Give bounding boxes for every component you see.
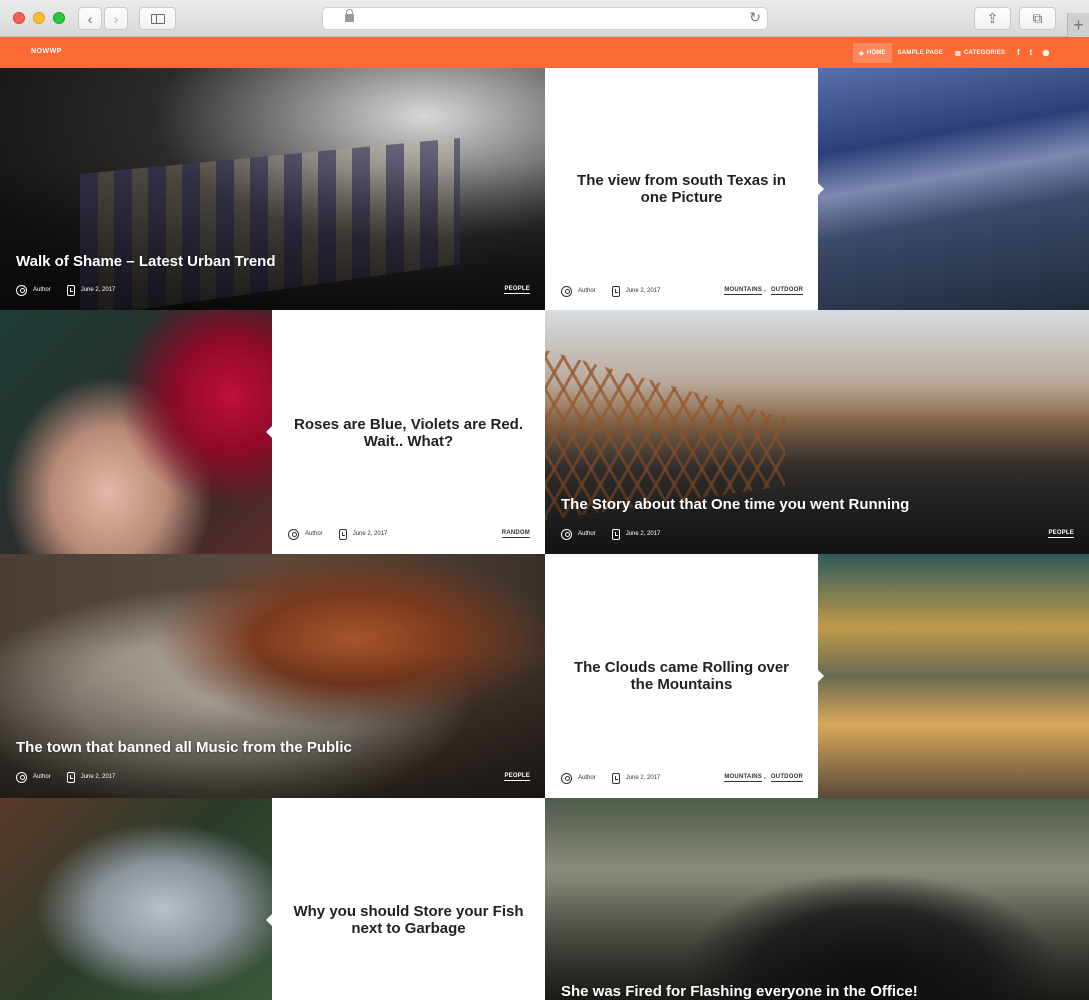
site-logo[interactable]: NOWWP <box>31 48 62 55</box>
watch-icon <box>611 528 620 540</box>
user-icon <box>561 772 572 784</box>
post-card-clouds-rolling[interactable]: The Clouds came Rolling over the Mountai… <box>545 554 818 798</box>
main-menu: ◈ HOME SAMPLE PAGE ▤ CATEGORIES <box>853 43 1011 63</box>
watch-icon <box>611 285 620 297</box>
post-date[interactable]: June 2, 2017 <box>81 287 116 293</box>
watch-icon <box>66 284 75 296</box>
post-card-roses-are-blue[interactable]: Roses are Blue, Violets are Red. Wait.. … <box>272 310 545 554</box>
post-category[interactable]: PEOPLE <box>504 773 530 781</box>
post-category[interactable]: RANDOM <box>501 530 530 538</box>
post-author[interactable]: Author <box>578 531 596 537</box>
post-title[interactable]: Why you should Store your Fish next to G… <box>292 903 525 937</box>
post-author[interactable]: Author <box>578 775 596 781</box>
post-card-view-from-texas[interactable]: The view from south Texas in one Picture… <box>545 68 818 310</box>
category-separator: , <box>764 287 766 293</box>
post-meta: Author June 2, 2017 RANDOM <box>288 528 530 540</box>
browser-toolbar: ‹ › ↻ ⇪ ⧉ + <box>0 0 1089 37</box>
watch-icon <box>338 528 347 540</box>
post-author[interactable]: Author <box>578 288 596 294</box>
user-icon <box>561 285 572 297</box>
tabs-icon: ⧉ <box>1032 10 1043 26</box>
post-date[interactable]: June 2, 2017 <box>626 531 661 537</box>
post-title[interactable]: Walk of Shame – Latest Urban Trend <box>16 253 276 270</box>
post-title[interactable]: The view from south Texas in one Picture <box>565 172 798 206</box>
menu-item-sample-page[interactable]: SAMPLE PAGE <box>892 43 949 63</box>
post-category[interactable]: MOUNTAINS <box>724 287 763 295</box>
post-meta: Author June 2, 2017 MOUNTAINS, OUTDOOR <box>561 772 803 784</box>
post-title[interactable]: She was Fired for Flashing everyone in t… <box>561 983 918 1000</box>
menu-label: SAMPLE PAGE <box>897 50 944 56</box>
post-date[interactable]: June 2, 2017 <box>81 774 116 780</box>
forward-button[interactable]: › <box>104 7 128 30</box>
post-image-fish[interactable] <box>0 798 272 1000</box>
pointer-notch <box>818 183 824 195</box>
post-author[interactable]: Author <box>33 287 51 293</box>
post-date[interactable]: June 2, 2017 <box>626 775 661 781</box>
post-meta: Author June 2, 2017 PEOPLE <box>16 771 530 783</box>
post-meta: Author June 2, 2017 MOUNTAINS, OUTDOOR <box>561 285 803 297</box>
address-bar[interactable]: ↻ <box>322 7 768 30</box>
watch-icon <box>66 771 75 783</box>
pointer-notch <box>818 670 824 682</box>
post-category[interactable]: OUTDOOR <box>770 287 803 295</box>
post-date[interactable]: June 2, 2017 <box>353 531 388 537</box>
post-category[interactable]: PEOPLE <box>1048 530 1074 538</box>
reload-icon[interactable]: ↻ <box>749 9 761 26</box>
plus-icon: + <box>1073 14 1084 35</box>
post-card-store-fish[interactable]: Why you should Store your Fish next to G… <box>272 798 545 1000</box>
post-image-clouds[interactable] <box>818 554 1089 798</box>
post-card-running-story[interactable]: The Story about that One time you went R… <box>545 310 1089 554</box>
post-card-fired-for-flashing[interactable]: She was Fired for Flashing everyone in t… <box>545 798 1089 1000</box>
user-icon <box>16 284 27 296</box>
home-icon: ◈ <box>859 50 864 57</box>
user-icon <box>561 528 572 540</box>
post-meta: Author June 2, 2017 PEOPLE <box>561 528 1074 540</box>
post-date[interactable]: June 2, 2017 <box>626 288 661 294</box>
back-button[interactable]: ‹ <box>78 7 102 30</box>
post-card-walk-of-shame[interactable]: Walk of Shame – Latest Urban Trend Autho… <box>0 68 545 310</box>
minimize-window-button[interactable] <box>33 12 45 24</box>
share-icon: ⇪ <box>986 10 999 26</box>
post-category[interactable]: PEOPLE <box>504 286 530 294</box>
post-meta: Author June 2, 2017 PEOPLE <box>16 284 530 296</box>
post-category[interactable]: MOUNTAINS <box>724 774 763 782</box>
menu-label: HOME <box>866 50 886 56</box>
site-header: NOWWP ◈ HOME SAMPLE PAGE ▤ CATEGORIES f … <box>0 37 1089 68</box>
post-title[interactable]: The Story about that One time you went R… <box>561 496 909 513</box>
post-author[interactable]: Author <box>33 774 51 780</box>
watch-icon <box>611 772 620 784</box>
social-links: f t ◉ <box>1017 48 1049 57</box>
chevron-left-icon: ‹ <box>87 10 93 27</box>
categories-icon: ▤ <box>955 50 961 57</box>
menu-item-categories[interactable]: ▤ CATEGORIES <box>949 43 1011 63</box>
maximize-window-button[interactable] <box>53 12 65 24</box>
post-category[interactable]: OUTDOOR <box>770 774 803 782</box>
tabs-overview-button[interactable]: ⧉ <box>1019 7 1056 30</box>
menu-label: CATEGORIES <box>963 50 1006 56</box>
facebook-icon[interactable]: f <box>1017 48 1020 57</box>
post-image-rose[interactable] <box>0 310 272 554</box>
post-title[interactable]: The Clouds came Rolling over the Mountai… <box>565 659 798 693</box>
sidebar-icon <box>150 13 165 24</box>
sidebar-toggle-button[interactable] <box>139 7 176 30</box>
user-icon <box>288 528 299 540</box>
close-window-button[interactable] <box>13 12 25 24</box>
github-icon[interactable]: ◉ <box>1042 48 1049 57</box>
user-icon <box>16 771 27 783</box>
post-image-mountain[interactable] <box>818 68 1089 310</box>
chevron-right-icon: › <box>113 10 119 27</box>
share-button[interactable]: ⇪ <box>974 7 1011 30</box>
post-title[interactable]: The town that banned all Music from the … <box>16 739 352 756</box>
post-title[interactable]: Roses are Blue, Violets are Red. Wait.. … <box>292 416 525 450</box>
category-separator: , <box>764 774 766 780</box>
post-author[interactable]: Author <box>305 531 323 537</box>
twitter-icon[interactable]: t <box>1030 48 1033 57</box>
post-card-town-banned-music[interactable]: The town that banned all Music from the … <box>0 554 545 798</box>
lock-icon <box>345 9 354 22</box>
menu-item-home[interactable]: ◈ HOME <box>853 43 892 63</box>
new-tab-button[interactable]: + <box>1067 13 1089 37</box>
